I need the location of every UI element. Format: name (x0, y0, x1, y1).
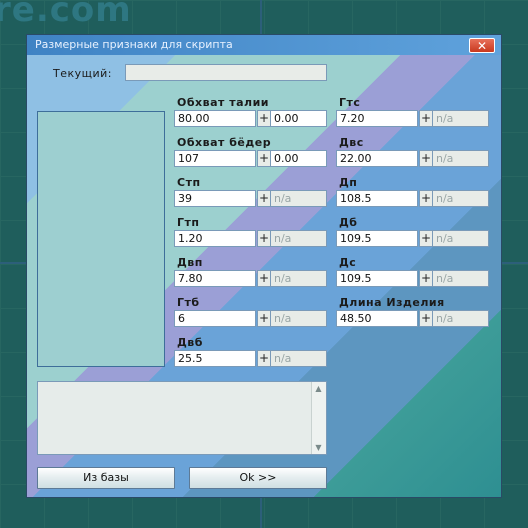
label-gts: Гтс (339, 96, 361, 109)
extra-gtb[interactable]: n/a (270, 310, 327, 327)
sizes-listbox[interactable] (37, 111, 165, 367)
plus-button-dvs[interactable]: + (419, 150, 433, 167)
label-db: Дб (339, 216, 358, 229)
plus-button-db[interactable]: + (419, 230, 433, 247)
field-stp[interactable]: 39 (174, 190, 256, 207)
extra-waist-girth[interactable]: 0.00 (270, 110, 327, 127)
ok-button[interactable]: Ok >> (189, 467, 327, 489)
notes-scrollbar[interactable]: ▲ ▼ (311, 382, 326, 454)
extra-hip-girth[interactable]: 0.00 (270, 150, 327, 167)
field-dvs[interactable]: 22.00 (336, 150, 418, 167)
plus-button-stp[interactable]: + (257, 190, 271, 207)
field-product-length[interactable]: 48.50 (336, 310, 418, 327)
from-base-button[interactable]: Из базы (37, 467, 175, 489)
label-hip-girth: Обхват бёдер (177, 136, 272, 149)
field-ds[interactable]: 109.5 (336, 270, 418, 287)
extra-gts[interactable]: n/a (432, 110, 489, 127)
label-ds: Дс (339, 256, 357, 269)
close-icon: ✕ (476, 39, 488, 53)
plus-button-waist-girth[interactable]: + (257, 110, 271, 127)
extra-product-length[interactable]: n/a (432, 310, 489, 327)
field-dvp[interactable]: 7.80 (174, 270, 256, 287)
extra-dvb[interactable]: n/a (270, 350, 327, 367)
background-watermark: re.com (0, 0, 132, 30)
plus-button-gtp[interactable]: + (257, 230, 271, 247)
plus-button-ds[interactable]: + (419, 270, 433, 287)
dialog-title: Размерные признаки для скрипта (35, 38, 233, 51)
scroll-up-icon[interactable]: ▲ (312, 382, 325, 395)
plus-button-hip-girth[interactable]: + (257, 150, 271, 167)
extra-db[interactable]: n/a (432, 230, 489, 247)
label-dvs: Двс (339, 136, 364, 149)
label-gtb: Гтб (177, 296, 200, 309)
close-button[interactable]: ✕ (469, 38, 495, 53)
field-gtp[interactable]: 1.20 (174, 230, 256, 247)
measurements-dialog: Размерные признаки для скрипта ✕ Текущий… (26, 34, 502, 498)
dialog-titlebar[interactable]: Размерные признаки для скрипта (27, 35, 501, 55)
field-db[interactable]: 109.5 (336, 230, 418, 247)
plus-button-dvb[interactable]: + (257, 350, 271, 367)
plus-button-dp[interactable]: + (419, 190, 433, 207)
notes-textarea[interactable]: ▲ ▼ (37, 381, 327, 455)
field-dvb[interactable]: 25.5 (174, 350, 256, 367)
label-stp: Стп (177, 176, 201, 189)
extra-gtp[interactable]: n/a (270, 230, 327, 247)
extra-stp[interactable]: n/a (270, 190, 327, 207)
label-product-length: Длина Изделия (339, 296, 445, 309)
scroll-down-icon[interactable]: ▼ (312, 441, 325, 454)
field-gts[interactable]: 7.20 (336, 110, 418, 127)
plus-button-dvp[interactable]: + (257, 270, 271, 287)
current-label: Текущий: (53, 67, 113, 80)
plus-button-gts[interactable]: + (419, 110, 433, 127)
label-dvp: Двп (177, 256, 203, 269)
label-waist-girth: Обхват талии (177, 96, 269, 109)
extra-dvs[interactable]: n/a (432, 150, 489, 167)
field-dp[interactable]: 108.5 (336, 190, 418, 207)
plus-button-gtb[interactable]: + (257, 310, 271, 327)
plus-button-product-length[interactable]: + (419, 310, 433, 327)
field-gtb[interactable]: 6 (174, 310, 256, 327)
label-gtp: Гтп (177, 216, 200, 229)
current-field[interactable] (125, 64, 327, 81)
field-hip-girth[interactable]: 107 (174, 150, 256, 167)
field-waist-girth[interactable]: 80.00 (174, 110, 256, 127)
extra-dvp[interactable]: n/a (270, 270, 327, 287)
extra-ds[interactable]: n/a (432, 270, 489, 287)
label-dvb: Двб (177, 336, 203, 349)
extra-dp[interactable]: n/a (432, 190, 489, 207)
label-dp: Дп (339, 176, 358, 189)
